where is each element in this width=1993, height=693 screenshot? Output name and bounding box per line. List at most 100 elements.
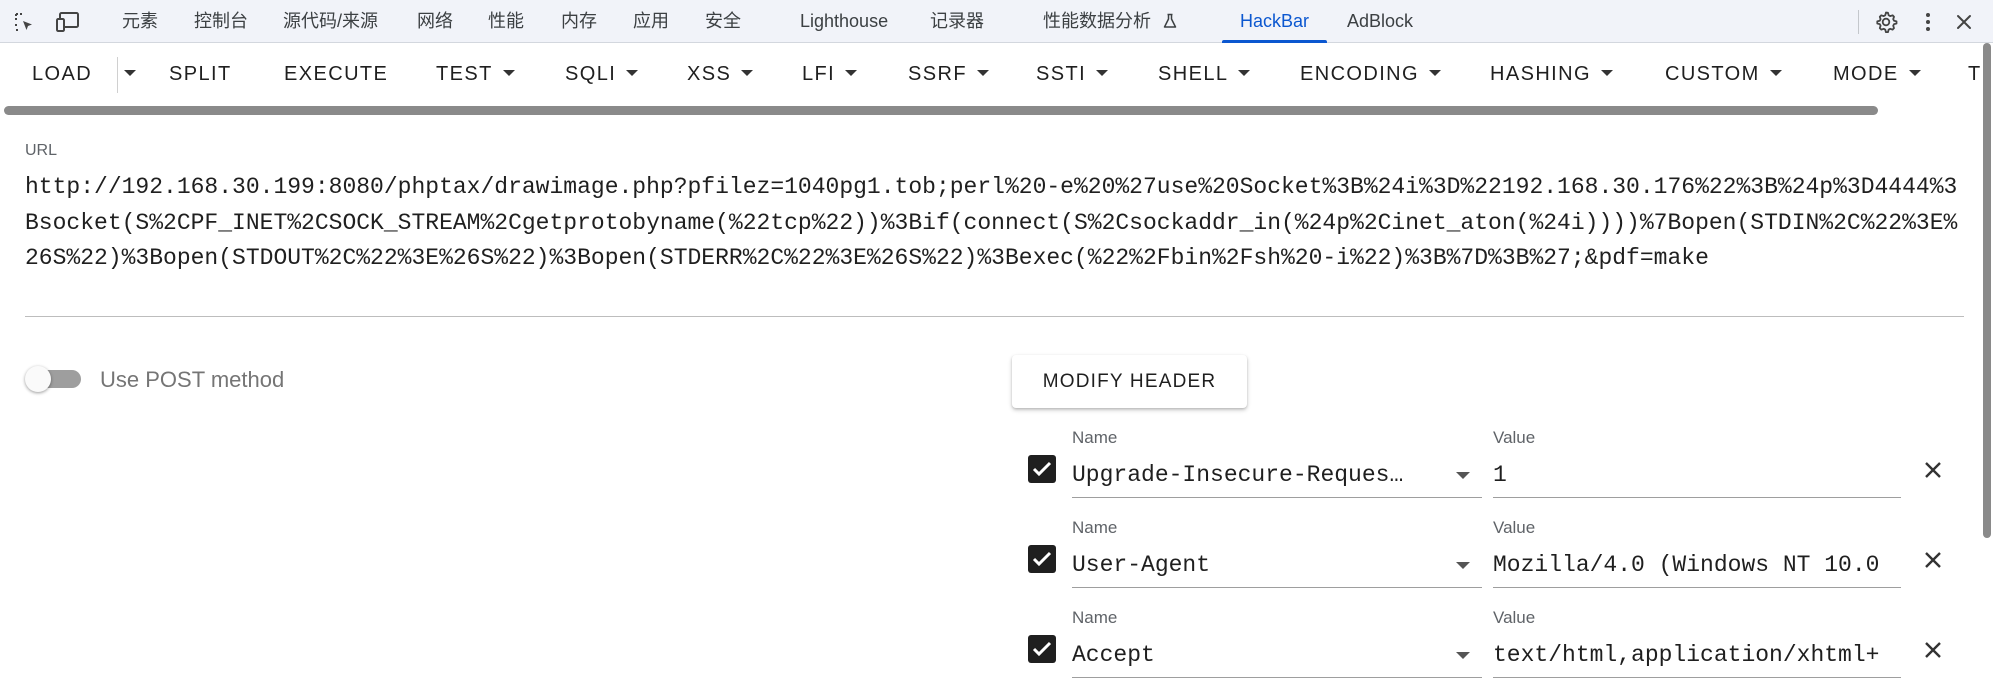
remove-header-icon[interactable]: [1922, 549, 1944, 571]
settings-gear-icon[interactable]: [1874, 10, 1898, 34]
header-name-underline: [1072, 587, 1482, 588]
header-enabled-checkbox[interactable]: [1028, 635, 1056, 663]
chevron-down-icon: [124, 69, 136, 76]
tab-sources[interactable]: 源代码/来源: [283, 0, 378, 43]
tab-console[interactable]: 控制台: [194, 0, 248, 43]
header-value-label: Value: [1493, 608, 1536, 627]
chevron-down-icon: [1600, 69, 1613, 76]
header-enabled-checkbox[interactable]: [1028, 455, 1056, 483]
flask-icon: [1163, 13, 1177, 28]
overflow-menu-button[interactable]: T: [1968, 43, 1982, 103]
checkmark-icon: [1032, 641, 1052, 657]
chevron-down-icon: [1096, 69, 1109, 76]
chevron-down-icon: [845, 69, 858, 76]
close-devtools-icon[interactable]: [1952, 10, 1976, 34]
modify-header-button[interactable]: MODIFY HEADER: [1012, 355, 1247, 408]
tab-application[interactable]: 应用: [633, 0, 669, 43]
load-options-dropdown[interactable]: [124, 43, 136, 103]
post-method-label: Use POST method: [100, 367, 285, 392]
mode-menu-button[interactable]: MODE: [1833, 43, 1921, 103]
xss-menu-label: XSS: [687, 63, 732, 85]
header-name-underline: [1072, 497, 1482, 498]
tab-lighthouse[interactable]: Lighthouse: [800, 0, 888, 43]
header-enabled-checkbox[interactable]: [1028, 545, 1056, 573]
sqli-menu-button[interactable]: SQLI: [565, 43, 639, 103]
chevron-down-icon[interactable]: [1456, 652, 1470, 659]
ssti-menu-button[interactable]: SSTI: [1036, 43, 1109, 103]
header-value-input[interactable]: 1: [1493, 462, 1903, 488]
ssrf-menu-button[interactable]: SSRF: [908, 43, 989, 103]
load-button[interactable]: LOAD: [32, 43, 92, 103]
hashing-menu-button[interactable]: HASHING: [1490, 43, 1613, 103]
load-split-divider: [117, 57, 118, 93]
chevron-down-icon: [1769, 69, 1782, 76]
execute-button[interactable]: EXECUTE: [284, 43, 388, 103]
tab-hackbar[interactable]: HackBar: [1240, 0, 1309, 43]
xss-menu-button[interactable]: XSS: [687, 43, 754, 103]
url-textarea[interactable]: http://192.168.30.199:8080/phptax/drawim…: [25, 170, 1970, 277]
url-field-underline: [25, 316, 1964, 317]
tab-performance-insights[interactable]: 性能数据分析: [1043, 0, 1178, 43]
encoding-menu-button[interactable]: ENCODING: [1300, 43, 1441, 103]
header-value-label: Value: [1493, 518, 1536, 537]
remove-header-icon[interactable]: [1922, 459, 1944, 481]
chevron-down-icon: [1238, 69, 1251, 76]
lfi-menu-button[interactable]: LFI: [802, 43, 858, 103]
custom-menu-button[interactable]: CUSTOM: [1665, 43, 1782, 103]
lfi-menu-label: LFI: [802, 63, 836, 85]
mode-menu-label: MODE: [1833, 63, 1899, 85]
chevron-down-icon: [502, 69, 515, 76]
more-options-icon[interactable]: [1916, 10, 1940, 34]
tab-security[interactable]: 安全: [705, 0, 741, 43]
post-method-toggle[interactable]: [25, 366, 81, 392]
remove-header-icon[interactable]: [1922, 639, 1944, 661]
header-name-input[interactable]: User-Agent: [1072, 552, 1417, 578]
chevron-down-icon: [1908, 69, 1921, 76]
header-name-label: Name: [1072, 608, 1118, 627]
tab-performance[interactable]: 性能: [488, 0, 524, 43]
hackbar-toolbar: LOAD SPLIT EXECUTE TEST SQLI XSS LFI SSR…: [0, 43, 1993, 103]
chevron-down-icon: [741, 69, 754, 76]
checkmark-icon: [1032, 461, 1052, 477]
tab-recorder[interactable]: 记录器: [930, 0, 984, 43]
chevron-down-icon[interactable]: [1456, 472, 1470, 479]
header-name-label: Name: [1072, 428, 1118, 447]
chevron-down-icon: [976, 69, 989, 76]
toolbar-horizontal-scrollbar[interactable]: [4, 106, 1878, 115]
shell-menu-button[interactable]: SHELL: [1158, 43, 1251, 103]
header-value-underline: [1493, 677, 1901, 678]
checkmark-icon: [1032, 551, 1052, 567]
split-button[interactable]: SPLIT: [169, 43, 232, 103]
sqli-menu-label: SQLI: [565, 63, 617, 85]
tab-elements[interactable]: 元素: [122, 0, 158, 43]
url-label: URL: [25, 142, 58, 159]
encoding-menu-label: ENCODING: [1300, 63, 1419, 85]
tab-network[interactable]: 网络: [417, 0, 453, 43]
test-menu-label: TEST: [436, 63, 493, 85]
header-value-input[interactable]: Mozilla/4.0 (Windows NT 10.0: [1493, 552, 1903, 578]
header-value-input[interactable]: text/html,application/xhtml+: [1493, 642, 1903, 668]
device-toolbar-icon[interactable]: [55, 10, 79, 34]
header-name-underline: [1072, 677, 1482, 678]
inspect-element-icon[interactable]: [12, 10, 36, 34]
header-value-underline: [1493, 497, 1901, 498]
header-name-input[interactable]: Accept: [1072, 642, 1417, 668]
ssti-menu-label: SSTI: [1036, 63, 1087, 85]
tab-performance-insights-label: 性能数据分析: [1043, 11, 1151, 31]
header-name-input[interactable]: Upgrade-Insecure-Requests: [1072, 462, 1417, 488]
custom-menu-label: CUSTOM: [1665, 63, 1760, 85]
tab-adblock[interactable]: AdBlock: [1347, 0, 1413, 43]
header-name-label: Name: [1072, 518, 1118, 537]
hashing-menu-label: HASHING: [1490, 63, 1591, 85]
chevron-down-icon: [1428, 69, 1441, 76]
panel-vertical-scrollbar[interactable]: [1983, 43, 1991, 538]
test-menu-button[interactable]: TEST: [436, 43, 515, 103]
chevron-down-icon[interactable]: [1456, 562, 1470, 569]
chevron-down-icon: [626, 69, 639, 76]
tab-memory[interactable]: 内存: [561, 0, 597, 43]
header-value-underline: [1493, 587, 1901, 588]
shell-menu-label: SHELL: [1158, 63, 1229, 85]
header-value-label: Value: [1493, 428, 1536, 447]
toggle-knob: [25, 366, 51, 392]
toolbar-divider: [1858, 10, 1859, 34]
